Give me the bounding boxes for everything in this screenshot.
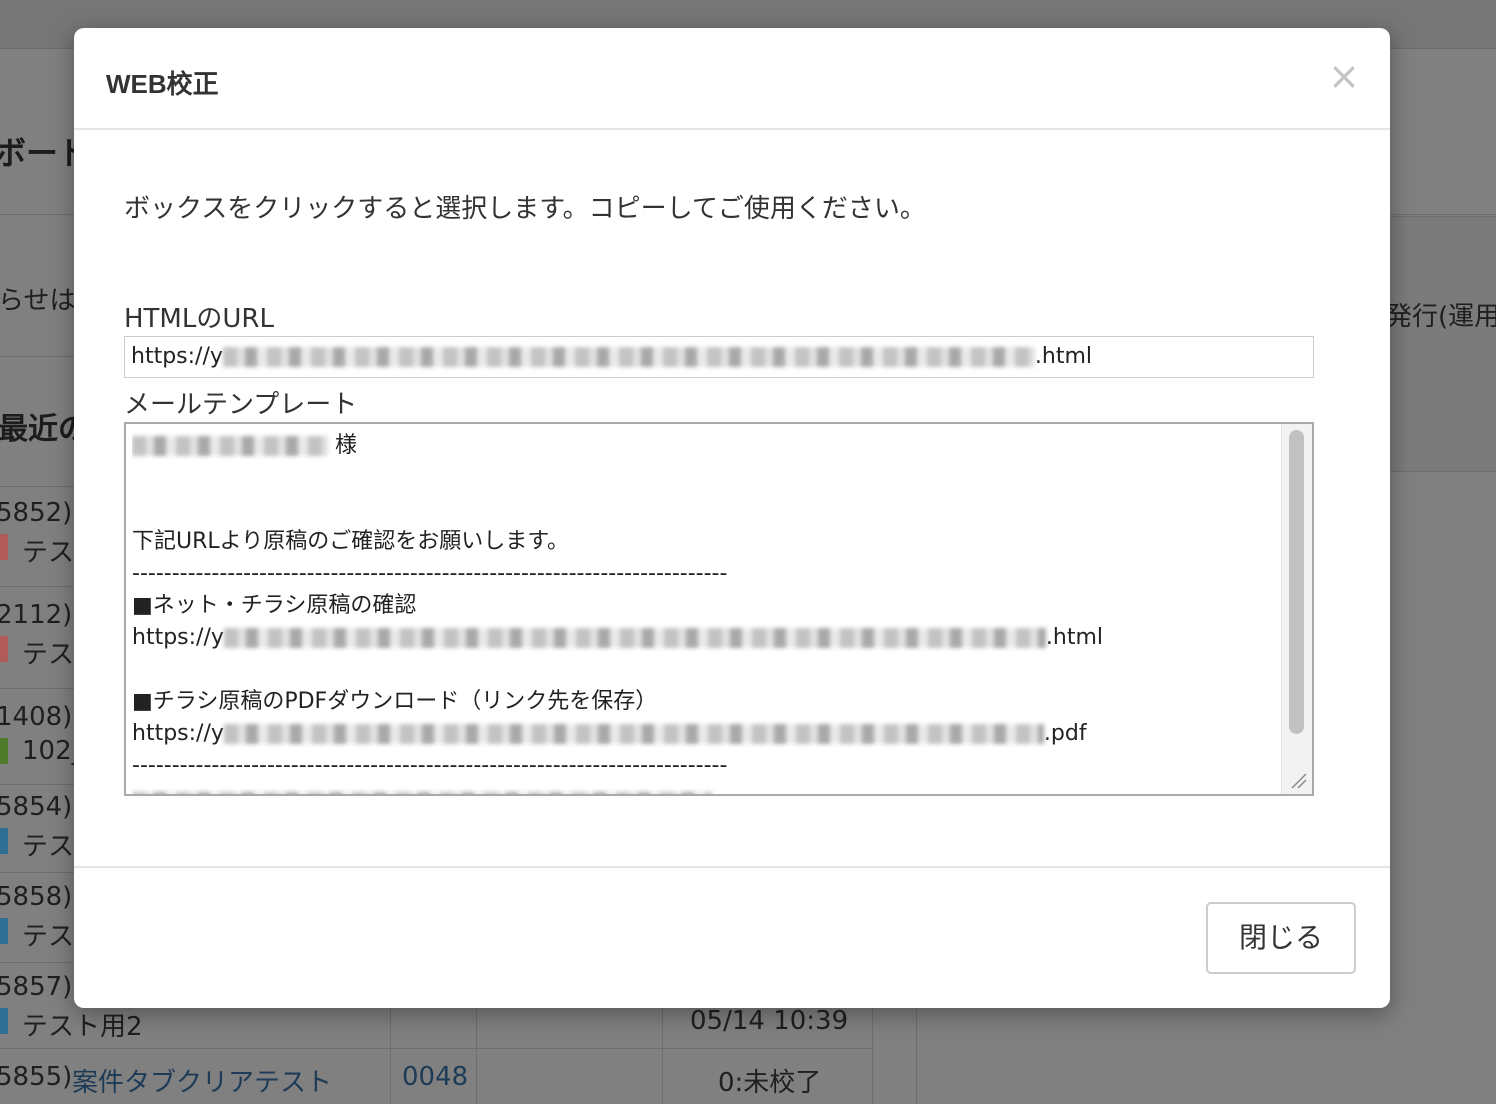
mail-divider: ----------------------------------------… [132, 561, 728, 586]
resize-handle-icon[interactable] [1284, 766, 1310, 792]
background-row-id: 5854) [0, 792, 73, 822]
background-row-tag [0, 738, 8, 764]
background-row-tag [0, 534, 8, 560]
background-row-tag [0, 636, 8, 662]
background-row-id: 5852) [0, 498, 73, 528]
html-url-prefix: https://y [131, 344, 223, 369]
mail-section2-title: ■チラシ原稿のPDFダウンロード（リンク先を保存） [132, 689, 658, 714]
scrollbar-thumb[interactable] [1289, 430, 1304, 734]
textarea-scrollbar[interactable] [1281, 424, 1312, 794]
close-button[interactable]: 閉じる [1206, 902, 1356, 974]
mail-template-label: メールテンプレート [124, 390, 358, 420]
background-row-id: 1408) [0, 702, 73, 732]
modal-title: WEB校正 [106, 69, 219, 99]
mail-section1-url-prefix: https://y [132, 625, 224, 650]
background-right-fragment: 発行(運用 [1386, 302, 1496, 332]
html-url-suffix: .html [1034, 344, 1092, 369]
background-row-time: 05/14 10:39 [690, 1006, 849, 1036]
background-row-sub: テス [22, 640, 75, 670]
close-icon[interactable]: × [1326, 57, 1362, 95]
background-row-sub: テス [22, 538, 75, 568]
mail-section1-url: https://y .html [132, 622, 1282, 654]
mail-cut-off-line [132, 782, 1282, 794]
mail-template-content: 様 下記URLより原稿のご確認をお願いします。 ----------------… [132, 430, 1282, 794]
background-row-sub: テス [22, 922, 75, 952]
cut-off-text [132, 792, 712, 794]
modal-header: WEB校正 × [74, 28, 1390, 130]
background-row-tag [0, 828, 8, 854]
mail-section1-title: ■ネット・チラシ原稿の確認 [132, 593, 417, 618]
background-row-sub: テスト用2 [22, 1012, 143, 1042]
mail-salutation-line: 様 [132, 430, 1282, 462]
background-row-code-link[interactable]: 0048 [402, 1062, 468, 1092]
background-right-panel [1390, 216, 1496, 472]
background-row-sub: テス [22, 832, 75, 862]
mail-request-line: 下記URLより原稿のご確認をお願いします。 [132, 529, 570, 554]
web-proof-modal: WEB校正 × ボックスをクリックすると選択します。コピーしてご使用ください。 … [74, 28, 1390, 1008]
instruction-text: ボックスをクリックすると選択します。コピーしてご使用ください。 [124, 194, 926, 224]
redacted-url-segment [223, 628, 1046, 648]
redacted-url-segment [222, 347, 1035, 367]
background-row-id: 2112) [0, 600, 73, 630]
mail-divider: ----------------------------------------… [132, 753, 728, 778]
redacted-recipient-name [132, 436, 328, 456]
mail-section2-url-suffix: .pdf [1043, 721, 1087, 746]
background-notice-fragment: らせは [0, 286, 76, 316]
background-row-id: 5855) [0, 1062, 73, 1092]
mail-section1-url-suffix: .html [1045, 625, 1103, 650]
html-url-field[interactable]: https://y .html [124, 336, 1314, 378]
background-row-id: 5858) [0, 882, 73, 912]
background-row-title-link[interactable]: 案件タブクリアテスト [72, 1062, 332, 1099]
background-row-tag [0, 1008, 8, 1034]
background-row-id: 5857) [0, 972, 73, 1002]
mail-section2-url: https://y .pdf [132, 718, 1282, 750]
html-url-label: HTMLのURL [124, 304, 274, 334]
mail-template-textarea[interactable]: 様 下記URLより原稿のご確認をお願いします。 ----------------… [124, 422, 1314, 796]
modal-footer: 閉じる [74, 866, 1390, 1008]
salutation-suffix: 様 [335, 433, 358, 458]
background-row-tag [0, 918, 8, 944]
mail-section2-url-prefix: https://y [132, 721, 224, 746]
redacted-url-segment [223, 724, 1044, 744]
background-row-status: 0:未校了 [718, 1068, 822, 1098]
